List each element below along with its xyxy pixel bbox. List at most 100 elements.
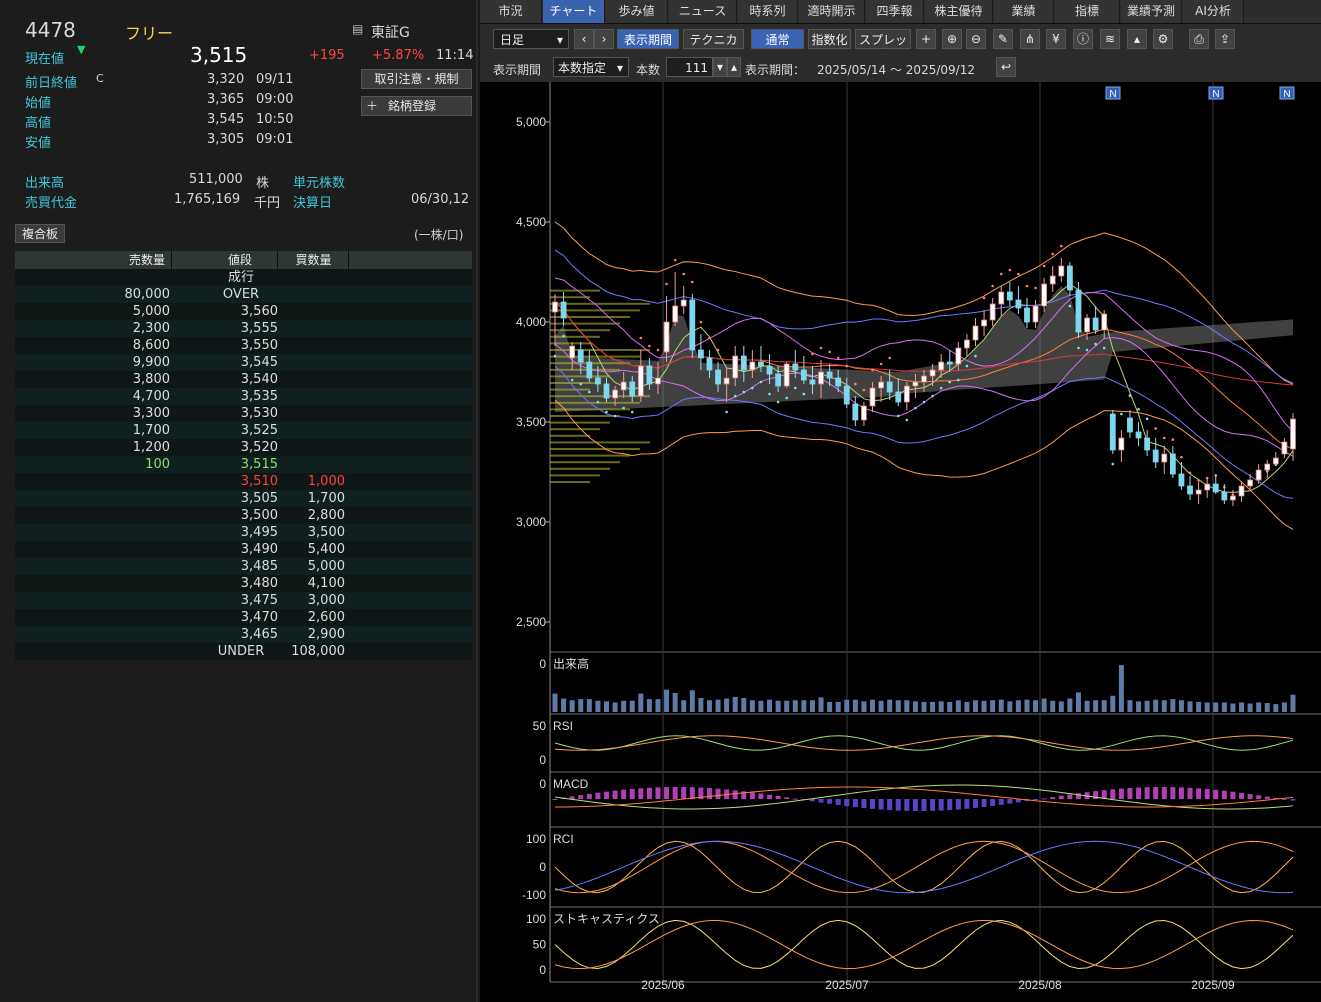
volume-bar: [715, 699, 721, 712]
zoom-out-icon[interactable]: ⊖: [966, 29, 986, 49]
sell-qty-header: 売数量: [15, 251, 172, 269]
parabolic-dot: [1128, 394, 1132, 397]
spread-button[interactable]: スプレッド: [855, 29, 911, 67]
trade-caution-button[interactable]: 取引注意・規制: [361, 69, 472, 89]
volume-bar: [1144, 700, 1150, 712]
book-row[interactable]: 3,505 1,700: [15, 490, 472, 507]
book-row[interactable]: 80,000 OVER: [15, 286, 472, 303]
volume-bar: [741, 698, 747, 712]
book-row[interactable]: 3,495 3,500: [15, 524, 472, 541]
tab-chart[interactable]: チャート: [543, 0, 605, 23]
candlestick: [946, 361, 953, 365]
book-row[interactable]: 9,900 3,545: [15, 354, 472, 371]
parabolic-dot: [811, 352, 814, 356]
tab-news[interactable]: ニュース: [669, 0, 737, 23]
normal-button[interactable]: 通常: [751, 29, 804, 49]
subpanel-title: RSI: [553, 719, 573, 733]
book-price: 3,535: [240, 389, 278, 404]
parabolic-dot: [1188, 471, 1192, 475]
range-mode-select[interactable]: 本数指定 ▾: [553, 57, 629, 77]
parabolic-dot: [905, 418, 909, 422]
volume-bar: [1033, 700, 1039, 712]
period-select[interactable]: 日足 ▾: [493, 29, 569, 49]
book-row[interactable]: 100 3,515: [15, 456, 472, 473]
book-row[interactable]: 3,510 1,000: [15, 473, 472, 490]
sell-qty: 8,600: [132, 338, 170, 353]
macd-histogram-bar: [784, 797, 790, 799]
tab-timeseries[interactable]: 時系列: [738, 0, 798, 23]
count-input[interactable]: 111: [666, 57, 713, 77]
parabolic-dot: [896, 414, 900, 418]
book-row[interactable]: 3,300 3,530: [15, 405, 472, 422]
book-row[interactable]: 3,480 4,100: [15, 575, 472, 592]
book-row[interactable]: 3,800 3,540: [15, 371, 472, 388]
print-icon[interactable]: ⎙: [1189, 29, 1209, 49]
tab-disclosure[interactable]: 適時開示: [799, 0, 865, 23]
tab-indicators[interactable]: 指標: [1055, 0, 1120, 23]
volume-profile-bar: [550, 461, 620, 464]
book-title-button[interactable]: 複合板: [15, 224, 65, 243]
zoom-in-icon[interactable]: ⊕: [942, 29, 962, 49]
book-row[interactable]: 3,470 2,600: [15, 609, 472, 626]
turnover-label: 売買代金: [25, 196, 78, 211]
book-row[interactable]: 3,500 2,800: [15, 507, 472, 524]
analysis-icon[interactable]: ⋔: [1020, 29, 1040, 49]
tab-ai-analysis[interactable]: AI分析: [1183, 0, 1244, 23]
crosshair-icon[interactable]: +: [916, 29, 936, 49]
tab-forecast[interactable]: 業績予測: [1121, 0, 1182, 23]
price-chart[interactable]: 2025/06 2025/07 2025/08 2025/09 N N N 5,000 4,50…: [480, 82, 1321, 1002]
macd-histogram-bar: [1041, 798, 1047, 800]
next-icon[interactable]: ›: [594, 29, 614, 49]
book-row[interactable]: 1,700 3,525: [15, 422, 472, 439]
book-row[interactable]: 3,485 5,000: [15, 558, 472, 575]
technical-button[interactable]: テクニカル: [683, 29, 744, 67]
settlement-value: 06/30,12: [411, 192, 470, 207]
count-up-icon[interactable]: ▴: [727, 57, 741, 77]
buy-qty: 4,100: [307, 576, 345, 591]
book-row[interactable]: 3,475 3,000: [15, 592, 472, 609]
area-chart-icon[interactable]: ▴: [1127, 29, 1147, 49]
info-icon[interactable]: ⓘ: [1073, 29, 1093, 49]
yen-icon[interactable]: ¥: [1046, 29, 1066, 49]
prev-close-date: 09/11: [256, 72, 294, 87]
book-row[interactable]: 成行: [15, 269, 472, 286]
reset-icon[interactable]: ↩: [996, 57, 1016, 77]
export-icon[interactable]: ⇪: [1215, 29, 1235, 49]
index-button[interactable]: 指数化: [808, 29, 851, 49]
book-row[interactable]: 8,600 3,550: [15, 337, 472, 354]
volume-bar: [827, 701, 833, 712]
book-row[interactable]: 2,300 3,555: [15, 320, 472, 337]
book-row[interactable]: 1,200 3,520: [15, 439, 472, 456]
tab-shikiho[interactable]: 四季報: [866, 0, 924, 23]
stock-name: フリー: [125, 24, 174, 43]
tab-benefits[interactable]: 株主優待: [925, 0, 993, 23]
tab-market[interactable]: 市況: [480, 0, 542, 23]
sell-qty: 3,800: [132, 372, 170, 387]
settings-icon[interactable]: ⚙: [1153, 29, 1173, 49]
book-row[interactable]: 4,700 3,535: [15, 388, 472, 405]
price-tick-label: 4,500: [516, 215, 546, 229]
macd-histogram-bar: [1256, 795, 1262, 799]
tab-ticks[interactable]: 歩み値: [606, 0, 668, 23]
count-down-icon[interactable]: ▾: [713, 57, 727, 77]
display-period-button[interactable]: 表示期間: [617, 29, 679, 49]
my-chart-icon[interactable]: ≋: [1100, 29, 1120, 49]
book-row[interactable]: UNDER 108,000: [15, 643, 472, 660]
macd-histogram-bar: [930, 799, 936, 811]
book-row[interactable]: 3,490 5,400: [15, 541, 472, 558]
pencil-icon[interactable]: ✎: [993, 29, 1013, 49]
prev-icon[interactable]: ‹: [574, 29, 594, 49]
volume-bar: [861, 701, 867, 712]
book-price: 3,505: [240, 491, 278, 506]
parabolic-dot: [1068, 304, 1072, 308]
candlestick: [680, 299, 687, 307]
candlestick: [1230, 495, 1236, 501]
watchlist-register-button[interactable]: ＋ 銘柄登録: [361, 96, 472, 116]
book-row[interactable]: 3,465 2,900: [15, 626, 472, 643]
tab-performance[interactable]: 業績: [994, 0, 1054, 23]
book-row[interactable]: 5,000 3,560: [15, 303, 472, 320]
macd-histogram-bar: [1067, 794, 1073, 799]
candlestick: [1161, 453, 1168, 463]
parabolic-dot: [914, 406, 917, 410]
document-icon[interactable]: ▤: [352, 22, 363, 36]
